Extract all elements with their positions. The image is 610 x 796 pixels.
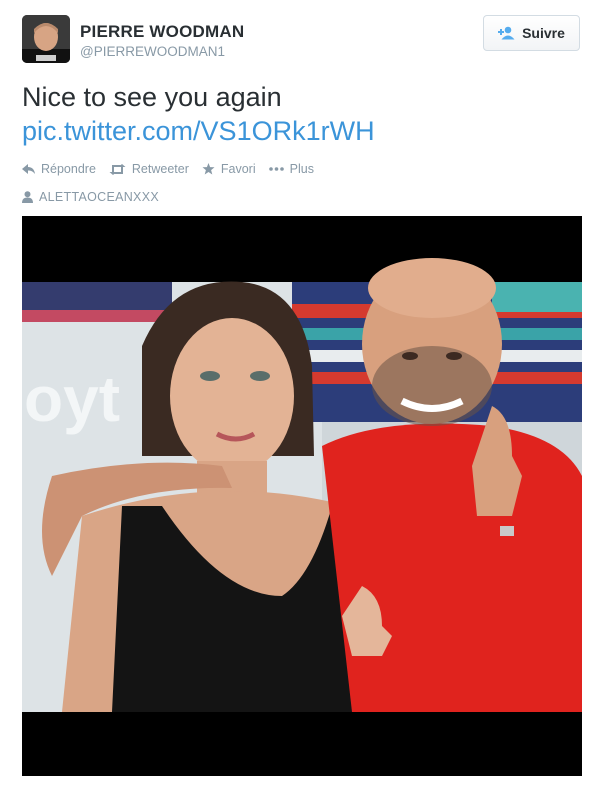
tagged-user-label: ALETTAOCEANXXX bbox=[39, 190, 159, 204]
retweet-label: Retweeter bbox=[131, 162, 189, 176]
author-names: PIERRE WOODMAN @PIERREWOODMAN1 bbox=[80, 22, 244, 60]
retweet-action[interactable]: Retweeter bbox=[109, 162, 189, 176]
tweet-text-body: Nice to see you again bbox=[22, 82, 282, 112]
reply-label: Répondre bbox=[41, 162, 96, 176]
tweet-header: PIERRE WOODMAN @PIERREWOODMAN1 bbox=[22, 15, 244, 67]
reply-action[interactable]: Répondre bbox=[22, 162, 96, 176]
tweet-photo-image: oyt bbox=[22, 216, 582, 776]
star-icon bbox=[202, 163, 215, 175]
person-icon bbox=[22, 191, 33, 203]
reply-icon bbox=[22, 163, 35, 175]
tweet-media-link[interactable]: pic.twitter.com/VS1ORk1rWH bbox=[22, 116, 375, 146]
follow-button[interactable]: Suivre bbox=[483, 15, 580, 51]
favorite-label: Favori bbox=[220, 162, 256, 176]
tweet-photo[interactable]: oyt bbox=[22, 216, 582, 776]
tagged-user[interactable]: ALETTAOCEANXXX bbox=[22, 190, 159, 204]
tweet-actions: Répondre Retweeter Favori Plus bbox=[22, 162, 327, 176]
person-plus-icon bbox=[498, 26, 516, 40]
more-label: Plus bbox=[289, 162, 314, 176]
tweet-card: PIERRE WOODMAN @PIERREWOODMAN1 Suivre Ni… bbox=[0, 0, 610, 796]
follow-button-label: Suivre bbox=[522, 25, 565, 41]
tweet-text: Nice to see you again pic.twitter.com/VS… bbox=[22, 80, 375, 148]
favorite-action[interactable]: Favori bbox=[202, 162, 256, 176]
author-avatar[interactable] bbox=[22, 15, 70, 63]
retweet-icon bbox=[109, 163, 126, 175]
author-full-name[interactable]: PIERRE WOODMAN bbox=[80, 22, 244, 42]
more-action[interactable]: Plus bbox=[268, 162, 314, 176]
author-screen-name[interactable]: @PIERREWOODMAN1 bbox=[80, 43, 244, 60]
svg-text:oyt: oyt bbox=[24, 363, 120, 435]
more-dots-icon bbox=[268, 167, 284, 171]
